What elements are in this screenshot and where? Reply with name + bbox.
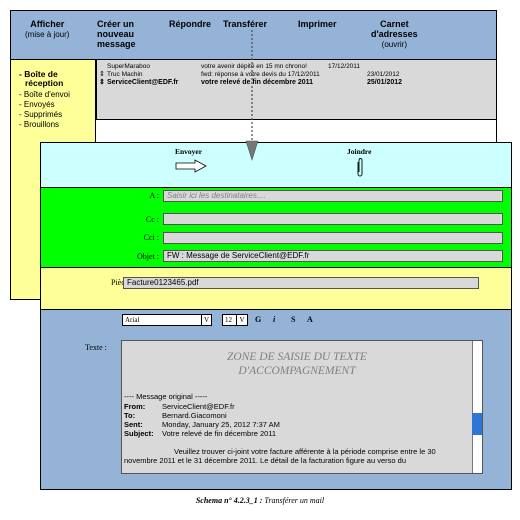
text-scrollbar[interactable] bbox=[472, 341, 482, 473]
carnet-label-1: Carnet bbox=[380, 19, 409, 29]
folder-deleted[interactable]: - Supprimés bbox=[19, 110, 62, 119]
attachments-panel: Pièces jointes : Facture0123465.pdf bbox=[40, 268, 512, 310]
cc-field[interactable] bbox=[163, 213, 503, 225]
orig-subject-value: Votre relevé de fin décembre 2011 bbox=[162, 429, 277, 438]
orig-to-label: To: bbox=[124, 411, 136, 420]
transferer-button[interactable]: Transférer bbox=[223, 19, 267, 29]
font-name-value: Arial bbox=[125, 316, 140, 324]
carnet-adresses-button[interactable]: Carnet d'adresses (ouvrir) bbox=[371, 19, 418, 50]
afficher-button[interactable]: Afficher (mise à jour) bbox=[25, 19, 69, 40]
cci-label: Cci : bbox=[143, 233, 159, 242]
orig-to-value: Bernard.Giacomoni bbox=[162, 411, 227, 420]
orig-from-label: From: bbox=[124, 402, 146, 411]
zone-title-line-1: ZONE DE SAISIE DU TEXTE bbox=[227, 351, 367, 363]
underline-button[interactable]: A bbox=[307, 315, 313, 324]
orig-body-line-2: novembre 2011 et le 31 décembre 2011. Le… bbox=[124, 456, 406, 465]
caption-text: Transférer un mail bbox=[262, 496, 325, 505]
forward-arrow-icon: ⇕ bbox=[99, 79, 105, 86]
attachments-field[interactable]: Facture0123465.pdf bbox=[123, 277, 479, 289]
text-label: Texte : bbox=[85, 343, 107, 352]
orig-from-value: ServiceClient@EDF.fr bbox=[162, 402, 235, 411]
creer-label-3: message bbox=[97, 39, 136, 49]
orig-sent-label: Sent: bbox=[124, 420, 143, 429]
size-dropdown-button[interactable]: V bbox=[236, 314, 248, 326]
mail-toolbar: Afficher (mise à jour) Créer un nouveau … bbox=[10, 10, 497, 60]
repondre-button[interactable]: Répondre bbox=[169, 19, 211, 29]
folder-drafts[interactable]: - Brouillons bbox=[19, 120, 59, 129]
subject-field[interactable]: FW : Message de ServiceClient@EDF.fr bbox=[163, 250, 503, 262]
message-subject: votre relevé de fin décembre 2011 bbox=[201, 79, 314, 86]
carnet-label-2: d'adresses bbox=[371, 29, 418, 39]
folder-outbox[interactable]: - Boîte d'envoi bbox=[19, 90, 70, 99]
creer-message-button[interactable]: Créer un nouveau message bbox=[97, 19, 136, 49]
message-list: SuperMaraboo votre avenir dépité en 15 m… bbox=[96, 60, 497, 120]
subject-label: Objet : bbox=[137, 252, 159, 261]
strike-button[interactable]: S bbox=[291, 315, 295, 324]
envoyer-arrow-icon[interactable] bbox=[175, 159, 207, 173]
message-date: 25/01/2012 bbox=[367, 79, 403, 86]
bold-button[interactable]: G bbox=[255, 315, 261, 324]
italic-button[interactable]: i bbox=[273, 315, 275, 324]
imprimer-button[interactable]: Imprimer bbox=[298, 19, 337, 29]
compose-toolbar: Envoyer Joindre bbox=[40, 142, 512, 188]
carnet-sublabel: (ouvrir) bbox=[381, 40, 407, 49]
message-row[interactable]: ⇕ ServiceClient@EDF.fr votre relevé de f… bbox=[99, 78, 494, 87]
orig-sent-value: Monday, January 25, 2012 7:37 AM bbox=[162, 420, 280, 429]
creer-label-2: nouveau bbox=[97, 29, 135, 39]
folder-inbox[interactable]: - Boîte de réception bbox=[19, 70, 63, 88]
message-from: ServiceClient@EDF.fr bbox=[107, 79, 179, 86]
afficher-label: Afficher bbox=[30, 19, 65, 29]
joindre-label: Joindre bbox=[347, 147, 372, 156]
to-field[interactable]: Saisir ici les destinataires.... bbox=[163, 190, 503, 202]
scrollbar-thumb[interactable] bbox=[472, 413, 482, 435]
recipients-panel: A : Saisir ici les destinataires.... Cc … bbox=[40, 188, 512, 268]
envoyer-label: Envoyer bbox=[175, 147, 203, 156]
repondre-label: Répondre bbox=[169, 19, 212, 29]
figure-caption: Schema n° 4.2.3_1 : Transférer un mail bbox=[0, 496, 520, 505]
folder-sent[interactable]: - Envoyés bbox=[19, 100, 55, 109]
cci-field[interactable] bbox=[163, 232, 503, 244]
afficher-sublabel: (mise à jour) bbox=[25, 30, 70, 39]
paperclip-icon[interactable] bbox=[355, 157, 365, 179]
cc-label: Cc : bbox=[145, 215, 159, 224]
font-name-select[interactable]: Arial bbox=[122, 314, 212, 326]
message-text-area[interactable]: ZONE DE SAISIE DU TEXTE D'ACCOMPAGNEMENT… bbox=[121, 340, 483, 474]
orig-body-line-1: Veuillez trouver ci-joint votre facture … bbox=[174, 447, 436, 456]
folder-inbox-label-2: réception bbox=[25, 78, 64, 88]
zone-title-line-2: D'ACCOMPAGNEMENT bbox=[238, 365, 356, 377]
orig-subject-label: Subject: bbox=[124, 429, 154, 438]
reading-pane bbox=[96, 120, 497, 142]
transferer-label: Transférer bbox=[223, 19, 268, 29]
to-label: A : bbox=[149, 191, 159, 200]
original-message-header: ---- Message original ----- bbox=[124, 392, 208, 401]
imprimer-label: Imprimer bbox=[298, 19, 337, 29]
caption-number: Schema n° 4.2.3_1 : bbox=[195, 496, 263, 505]
font-dropdown-button[interactable]: V bbox=[201, 314, 212, 326]
creer-label-1: Créer un bbox=[97, 19, 135, 29]
